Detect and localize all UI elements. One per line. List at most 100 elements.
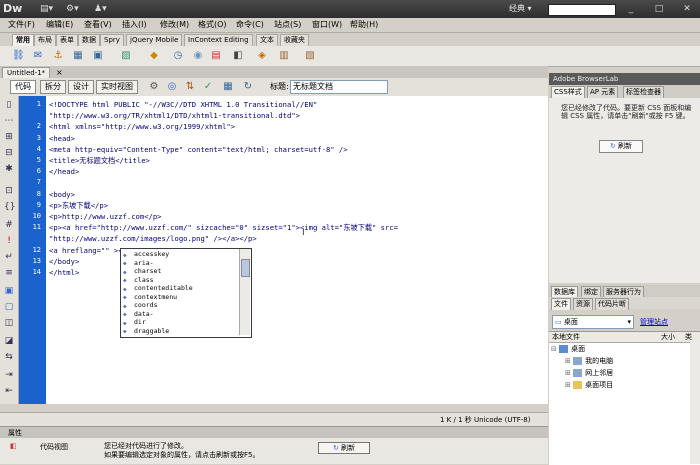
menu-modify[interactable]: 修改(M): [158, 18, 191, 32]
tab-incontext-editing[interactable]: InContext Editing: [184, 34, 253, 46]
tab-ap-elements[interactable]: AP 元素: [587, 86, 619, 98]
comment-icon[interactable]: ▤: [210, 50, 222, 62]
highlight-invalid-icon[interactable]: !: [4, 236, 14, 246]
menu-commands[interactable]: 命令(C): [234, 18, 266, 32]
close-icon[interactable]: ✕: [680, 3, 694, 15]
date-icon[interactable]: ◷: [172, 50, 184, 62]
close-tab-icon[interactable]: ×: [56, 67, 63, 78]
tree-item[interactable]: ⊞ 我的电脑: [565, 356, 613, 367]
collapse-selection-icon[interactable]: ⊟: [4, 148, 14, 158]
files-scrollbar[interactable]: [690, 341, 700, 464]
tab-spry[interactable]: Spry: [100, 34, 124, 46]
tab-files[interactable]: 文件: [551, 298, 571, 310]
maximize-icon[interactable]: □: [652, 3, 666, 15]
code-view-button[interactable]: 代码: [10, 80, 36, 94]
wrap-tag-icon[interactable]: ◫: [4, 318, 14, 328]
tab-data[interactable]: 数据: [78, 34, 100, 46]
hints-scroll-thumb[interactable]: [241, 259, 250, 277]
live-view-button[interactable]: 实时视图: [96, 80, 138, 94]
code-line[interactable]: <title>无标题文档</title>: [49, 155, 150, 166]
code-line[interactable]: <meta http-equiv="Content-Type" content=…: [49, 144, 348, 155]
indent-icon[interactable]: ⇥: [4, 370, 14, 380]
menu-view[interactable]: 查看(V): [82, 18, 114, 32]
tab-layout[interactable]: 布局: [34, 34, 56, 46]
code-line[interactable]: <p>http://www.uzzf.com</p>: [49, 211, 162, 222]
code-line[interactable]: "http://www.uzzf.com/images/logo.png" />…: [49, 233, 257, 244]
code-line[interactable]: <!DOCTYPE html PUBLIC "-//W3C//DTD XHTML…: [49, 99, 317, 110]
tab-common[interactable]: 常用: [12, 34, 34, 46]
split-view-button[interactable]: 拆分: [40, 80, 66, 94]
code-line[interactable]: <html xmlns="http://www.w3.org/1999/xhtm…: [49, 121, 235, 132]
code-line[interactable]: <body>: [49, 189, 75, 200]
media-icon[interactable]: ◆: [148, 50, 160, 62]
browserlab-panel-header[interactable]: Adobe BrowserLab: [549, 73, 700, 85]
search-input[interactable]: [548, 4, 616, 16]
user-icon[interactable]: ♟▾: [94, 3, 107, 15]
outdent-icon[interactable]: ⇤: [4, 386, 14, 396]
code-hints-popup[interactable]: ◆ accesskey ◆ aria- ◆ charset ◆ class ◆ contented…: [120, 248, 252, 338]
remove-comment-icon[interactable]: ▢: [4, 302, 14, 312]
tree-item[interactable]: ⊞ 桌面项目: [565, 380, 613, 391]
menu-window[interactable]: 窗口(W): [310, 18, 344, 32]
code-line[interactable]: <p>东坡下载</p>: [49, 200, 108, 211]
hyperlink-icon[interactable]: ⛓: [12, 50, 25, 62]
word-wrap-icon[interactable]: ↵: [4, 252, 14, 262]
code-line[interactable]: <p><a href="http://www.uzzf.com/" sizcac…: [49, 222, 398, 233]
visual-aids-icon[interactable]: ▦: [222, 81, 234, 93]
menu-site[interactable]: 站点(S): [272, 18, 303, 32]
code-line[interactable]: </html>: [49, 267, 79, 278]
code-line[interactable]: </head>: [49, 166, 79, 177]
title-input[interactable]: 无标题文档: [290, 80, 388, 94]
col-local-files[interactable]: 本地文件: [552, 332, 580, 342]
site-select[interactable]: ▭ 桌面 ▾: [552, 315, 634, 329]
recent-snippets-icon[interactable]: ◪: [4, 336, 14, 346]
check-compat-icon[interactable]: ✓: [202, 81, 214, 93]
balance-braces-icon[interactable]: {}: [4, 202, 15, 212]
manage-sites-link[interactable]: 管理站点: [640, 317, 668, 327]
tab-css-styles[interactable]: CSS样式: [551, 86, 585, 98]
hints-scrollbar[interactable]: [239, 249, 250, 335]
css-refresh-button[interactable]: ↻ 刷新: [599, 140, 643, 153]
apply-comment-icon[interactable]: ▣: [4, 286, 14, 296]
table-icon[interactable]: ▦: [72, 50, 84, 62]
tag-chooser-icon[interactable]: ▧: [304, 50, 316, 62]
code-line[interactable]: </body>: [49, 256, 79, 267]
server-include-icon[interactable]: ◉: [192, 50, 204, 62]
move-css-icon[interactable]: ⇆: [4, 352, 14, 362]
head-icon[interactable]: ◧: [232, 50, 244, 62]
tab-assets[interactable]: 资源: [573, 298, 593, 310]
expand-icon[interactable]: ⊞: [565, 369, 573, 377]
hint-item[interactable]: ◆ draggable: [123, 327, 169, 336]
tab-tag-inspector[interactable]: 标签检查器: [623, 86, 664, 98]
browser-preview-icon[interactable]: ◎: [166, 81, 178, 93]
div-icon[interactable]: ▣: [92, 50, 104, 62]
select-parent-tag-icon[interactable]: ⊡: [4, 186, 14, 196]
expand-icon[interactable]: ⊞: [565, 357, 573, 365]
show-code-navigator-icon[interactable]: ⋯: [4, 116, 14, 126]
expand-icon[interactable]: ⊞: [565, 381, 573, 389]
gear-icon[interactable]: ⚙▾: [66, 3, 79, 15]
anchor-icon[interactable]: ⚓: [52, 50, 64, 62]
tree-item[interactable]: ⊞ 网上邻居: [565, 368, 613, 379]
design-view-button[interactable]: 设计: [68, 80, 94, 94]
code-line[interactable]: "http://www.w3.org/TR/xhtml1/DTD/xhtml1-…: [49, 110, 300, 121]
collapse-icon[interactable]: ⊟: [551, 345, 559, 353]
minimize-icon[interactable]: _: [624, 3, 638, 15]
email-link-icon[interactable]: ✉: [32, 50, 44, 62]
refresh-button[interactable]: ↻ 刷新: [318, 442, 370, 454]
script-icon[interactable]: ◈: [256, 50, 268, 62]
tab-favorites[interactable]: 收藏夹: [280, 34, 309, 46]
layout-menu-icon[interactable]: ▤▾: [40, 3, 53, 15]
template-icon[interactable]: ▥: [278, 50, 290, 62]
col-size[interactable]: 大小: [661, 332, 675, 342]
open-documents-icon[interactable]: ▯: [4, 100, 14, 110]
inspect-icon[interactable]: ⚙: [148, 81, 160, 93]
workspace-switcher[interactable]: 经典 ▾: [509, 3, 547, 15]
menu-help[interactable]: 帮助(H): [348, 18, 380, 32]
tab-jquery-mobile[interactable]: jQuery Mobile: [126, 34, 183, 46]
menu-insert[interactable]: 插入(I): [120, 18, 149, 32]
image-icon[interactable]: ▨: [120, 50, 132, 62]
file-management-icon[interactable]: ⇅: [184, 81, 196, 93]
syntax-coloring-icon[interactable]: ≡: [4, 268, 14, 278]
menu-file[interactable]: 文件(F): [6, 18, 37, 32]
